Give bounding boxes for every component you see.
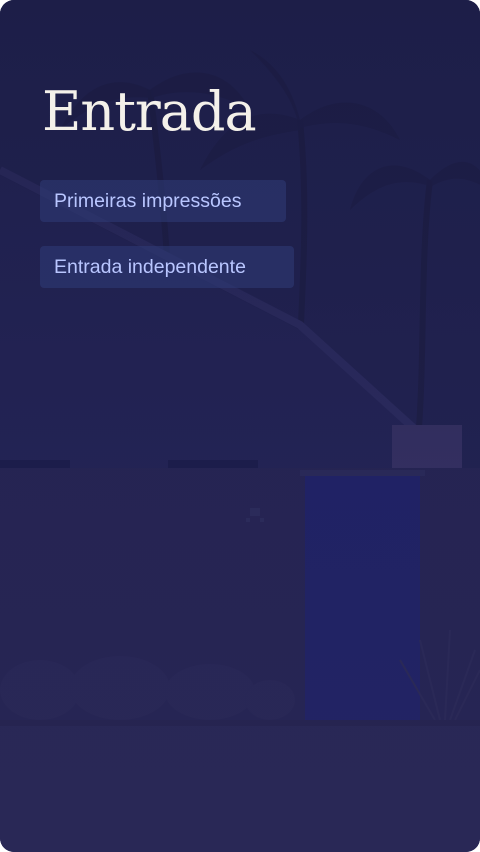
- chip-primeiras-impressoes[interactable]: Primeiras impressões: [40, 180, 286, 222]
- page-title: Entrada: [42, 80, 257, 143]
- chip-entrada-independente[interactable]: Entrada independente: [40, 246, 294, 288]
- room-card: Entrada Primeiras impressões Entrada ind…: [0, 0, 480, 852]
